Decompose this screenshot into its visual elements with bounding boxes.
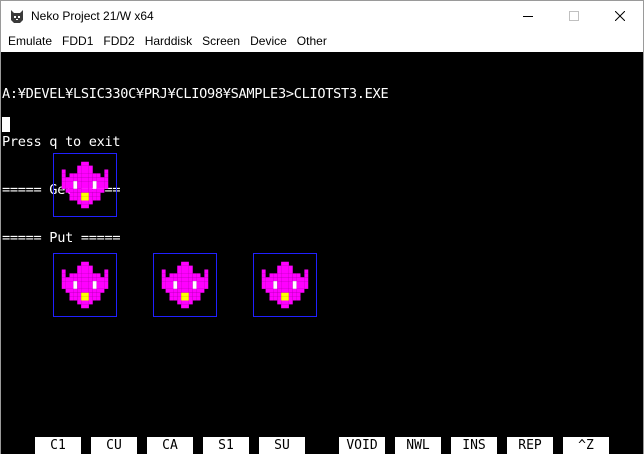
menu-emulate[interactable]: Emulate (3, 31, 57, 52)
sprite-get (53, 153, 117, 217)
maximize-button[interactable] (551, 1, 597, 31)
menu-harddisk[interactable]: Harddisk (140, 31, 197, 52)
alien-sprite-icon (61, 261, 109, 309)
text-cursor (2, 117, 10, 132)
menu-screen[interactable]: Screen (197, 31, 245, 52)
alien-sprite-icon (261, 261, 309, 309)
fkey-nwl[interactable]: NWL (395, 437, 441, 454)
close-icon (615, 11, 625, 21)
window-title: Neko Project 21/W x64 (31, 9, 154, 23)
function-key-bar: C1 CU CA S1 SU VOID NWL INS REP ^Z (1, 436, 643, 454)
sprite-put-3 (253, 253, 317, 317)
fkey-ctrl-z[interactable]: ^Z (563, 437, 609, 454)
title-bar[interactable]: Neko Project 21/W x64 (1, 1, 643, 31)
menu-device[interactable]: Device (245, 31, 292, 52)
menu-other[interactable]: Other (292, 31, 332, 52)
fkey-void[interactable]: VOID (339, 437, 385, 454)
sprite-put-1 (53, 253, 117, 317)
fkey-su[interactable]: SU (259, 437, 305, 454)
alien-sprite-icon (61, 161, 109, 209)
alien-sprite-icon (161, 261, 209, 309)
fkey-c1[interactable]: C1 (35, 437, 81, 454)
menu-bar: Emulate FDD1 FDD2 Harddisk Screen Device… (1, 31, 643, 52)
sprite-put-2 (153, 253, 217, 317)
fkey-cu[interactable]: CU (91, 437, 137, 454)
menu-fdd1[interactable]: FDD1 (57, 31, 98, 52)
maximize-icon (569, 11, 579, 21)
close-button[interactable] (597, 1, 643, 31)
cat-icon[interactable] (9, 8, 25, 24)
emulator-screen[interactable]: A:¥DEVEL¥LSIC330C¥PRJ¥CLIO98¥SAMPLE3>CLI… (1, 52, 643, 454)
fkey-ca[interactable]: CA (147, 437, 193, 454)
emulator-window: Neko Project 21/W x64 Emulate FDD1 FDD2 … (0, 0, 644, 454)
command-line: A:¥DEVEL¥LSIC330C¥PRJ¥CLIO98¥SAMPLE3>CLI… (2, 86, 389, 102)
fkey-ins[interactable]: INS (451, 437, 497, 454)
exit-prompt: Press q to exit (2, 134, 121, 150)
fkey-s1[interactable]: S1 (203, 437, 249, 454)
minimize-button[interactable] (505, 1, 551, 31)
fkey-rep[interactable]: REP (507, 437, 553, 454)
put-header: ===== Put ===== (2, 230, 121, 246)
minimize-icon (523, 16, 533, 17)
menu-fdd2[interactable]: FDD2 (98, 31, 139, 52)
